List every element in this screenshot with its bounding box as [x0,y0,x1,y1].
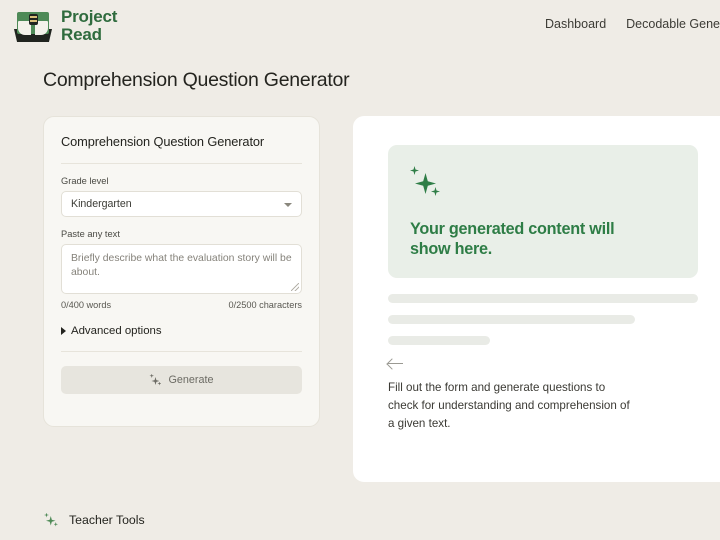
open-book-logo-icon [14,10,52,42]
main-nav: Dashboard Decodable Generat [545,17,720,31]
skeleton-line [388,315,635,324]
generate-button-label: Generate [168,374,213,386]
skeleton-placeholder [388,294,720,345]
generate-button[interactable]: Generate [61,366,302,394]
brand-name-line1: Project [61,7,117,26]
resize-handle-icon[interactable] [291,283,299,291]
teacher-tools-label: Teacher Tools [69,513,145,527]
arrow-left-icon [388,357,404,371]
word-counter: 0/400 words [61,300,111,310]
skeleton-line [388,336,490,345]
skeleton-line [388,294,698,303]
teacher-tools-bar[interactable]: Teacher Tools [0,500,720,540]
form-divider-bottom [61,351,302,352]
result-hero: Your generated content will show here. [388,145,698,278]
chevron-down-icon [284,203,292,207]
grade-level-select[interactable]: Kindergarten [61,191,302,217]
result-hero-title: Your generated content will show here. [410,219,650,260]
sparkle-icon [44,513,59,528]
paste-text-input[interactable]: Briefly describe what the evaluation sto… [61,244,302,294]
nav-item-dashboard[interactable]: Dashboard [545,17,606,31]
advanced-options-label: Advanced options [71,325,162,337]
generator-form-card: Comprehension Question Generator Grade l… [43,116,320,427]
text-counters: 0/400 words 0/2500 characters [61,300,302,310]
brand-name: Project Read [61,8,117,45]
sparkle-icon [410,166,444,200]
result-description: Fill out the form and generate questions… [388,379,634,433]
character-counter: 0/2500 characters [228,300,302,310]
grade-level-label: Grade level [61,176,302,186]
grade-level-value: Kindergarten [71,198,132,210]
brand-logo[interactable]: Project Read [14,8,117,45]
form-divider-top [61,163,302,164]
advanced-options-toggle[interactable]: Advanced options [61,325,302,337]
result-panel: Your generated content will show here. F… [353,116,720,482]
triangle-right-icon [61,327,66,335]
brand-name-line2: Read [61,25,102,44]
page-title: Comprehension Question Generator [43,69,720,92]
nav-item-decodable-generator[interactable]: Decodable Generat [626,17,720,31]
paste-text-label: Paste any text [61,229,302,239]
top-bar: Project Read Dashboard Decodable Generat [0,0,720,52]
paste-text-placeholder: Briefly describe what the evaluation sto… [71,252,292,281]
form-card-title: Comprehension Question Generator [61,134,302,149]
sparkle-icon [149,374,162,387]
